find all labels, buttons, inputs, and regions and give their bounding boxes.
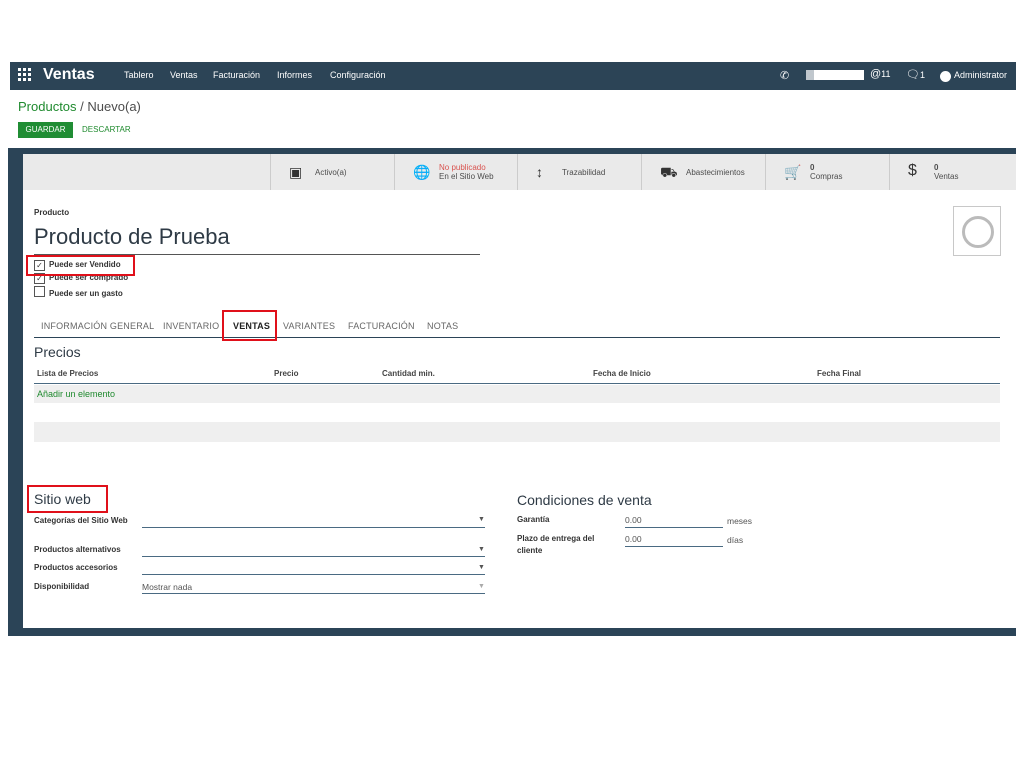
field-label-warranty: Garantía [517,515,550,524]
checkbox-expense-ok[interactable]: Puede ser un gasto [34,286,123,298]
table-header-divider [34,383,1000,384]
checkbox-expense-ok-label: Puede ser un gasto [49,289,123,298]
menu-ventas[interactable]: Ventas [170,70,198,80]
stat-purchases-count: 0 [810,163,815,172]
field-customer-lead-unit: días [727,535,744,545]
field-warranty-input[interactable]: 0.00 [625,515,642,525]
column-header-price[interactable]: Precio [274,369,298,378]
chevron-down-icon[interactable]: ▼ [478,516,485,523]
user-menu[interactable]: Administrator [954,70,1007,80]
breadcrumb: Productos / Nuevo(a) [18,99,141,114]
save-button[interactable]: GUARDAR [18,122,73,138]
stat-purchases-button[interactable]: 🛒 0 Compras [765,154,890,190]
menu-configuracion[interactable]: Configuración [330,70,386,80]
sale-conditions-title: Condiciones de venta [517,492,652,508]
phone-icon[interactable]: ✆ [780,69,789,82]
menu-informes[interactable]: Informes [277,70,312,80]
highlight-box-tab-ventas [222,310,277,341]
tab-underline [34,337,1000,338]
stat-active-label: Activo(a) [315,168,347,177]
avatar[interactable] [940,71,951,82]
field-label-alternative-products: Productos alternativos [34,545,121,554]
phone-extension-input[interactable] [806,70,864,80]
archive-icon: ▣ [289,164,303,180]
app-title: Ventas [43,66,95,83]
stat-procurement-button[interactable]: ⛟ Abastecimientos [641,154,766,190]
stat-traceability-button[interactable]: ↕ Trazabilidad [517,154,642,190]
field-label-customer-lead: Plazo de entrega del cliente [517,534,595,555]
breadcrumb-separator: / [80,99,84,114]
add-item-link[interactable]: Añadir un elemento [37,389,115,399]
chevron-down-icon[interactable]: ▼ [478,583,485,590]
column-header-min-qty[interactable]: Cantidad min. [382,369,435,378]
at-icon[interactable]: @11 [870,68,891,80]
cart-icon: 🛒 [784,164,802,180]
top-navbar: Ventas Tablero Ventas Facturación Inform… [10,62,1016,90]
grid-icon[interactable] [18,68,32,82]
arrows-vertical-icon: ↕ [536,164,543,180]
stat-website-status: No publicado [439,163,486,172]
table-footer [34,422,1000,442]
discard-button[interactable]: DESCARTAR [82,122,131,138]
tab-facturacion[interactable]: FACTURACIÓN [348,321,415,331]
field-warranty-unit: meses [727,516,753,526]
stat-website-label: En el Sitio Web [439,172,494,181]
field-customer-lead-underline [625,546,723,547]
highlight-box-sale-ok [26,255,135,276]
stat-website-button[interactable]: 🌐 No publicado En el Sitio Web [394,154,518,190]
stat-sales-label: Ventas [934,172,959,181]
column-header-pricelist[interactable]: Lista de Precios [37,369,98,378]
product-label: Producto [34,208,70,217]
chevron-down-icon[interactable]: ▼ [478,564,485,571]
tab-inventario[interactable]: INVENTARIO [163,321,219,331]
field-accessory-products-input[interactable] [142,574,485,575]
mentions-count: 11 [881,69,891,79]
field-label-accessory-products: Productos accesorios [34,563,118,572]
stat-active-button[interactable]: ▣ Activo(a) [270,154,395,190]
field-website-categories-input[interactable] [142,527,485,528]
tab-informacion-general[interactable]: INFORMACIÓN GENERAL [41,321,154,331]
stat-purchases-label: Compras [810,172,843,181]
messages-count: 1 [919,70,925,80]
column-header-date-start[interactable]: Fecha de Inicio [593,369,651,378]
camera-off-icon [962,216,994,248]
breadcrumb-productos[interactable]: Productos [18,99,77,114]
table-row [34,385,1000,403]
chat-icon[interactable]: 🗨1 [906,68,925,81]
breadcrumb-current: Nuevo(a) [87,99,141,114]
stat-sales-count: 0 [934,163,939,172]
tab-variantes[interactable]: VARIANTES [283,321,335,331]
tab-notas[interactable]: NOTAS [427,321,458,331]
field-customer-lead-input[interactable]: 0.00 [625,534,642,544]
menu-tablero[interactable]: Tablero [124,70,154,80]
pricelist-title: Precios [34,344,81,360]
field-availability-value[interactable]: Mostrar nada [142,582,192,592]
field-warranty-underline [625,527,723,528]
column-header-date-end[interactable]: Fecha Final [817,369,861,378]
product-name-input[interactable]: Producto de Prueba [34,224,230,250]
menu-facturacion[interactable]: Facturación [213,70,260,80]
highlight-box-website [27,485,108,513]
chevron-down-icon[interactable]: ▼ [478,546,485,553]
globe-icon: 🌐 [413,164,431,180]
stat-traceability-label: Trazabilidad [562,168,606,177]
field-label-availability: Disponibilidad [34,582,90,591]
field-alternative-products-input[interactable] [142,556,485,557]
dollar-icon: $ [908,162,917,179]
stat-procurement-label: Abastecimientos [686,168,745,177]
product-image[interactable] [953,206,1001,256]
truck-icon: ⛟ [660,164,678,180]
field-label-website-categories: Categorías del Sitio Web [34,516,128,525]
checkbox-expense-ok-box[interactable] [34,286,45,297]
field-availability-select[interactable] [142,593,485,594]
stat-sales-button[interactable]: $ 0 Ventas [889,154,1017,190]
